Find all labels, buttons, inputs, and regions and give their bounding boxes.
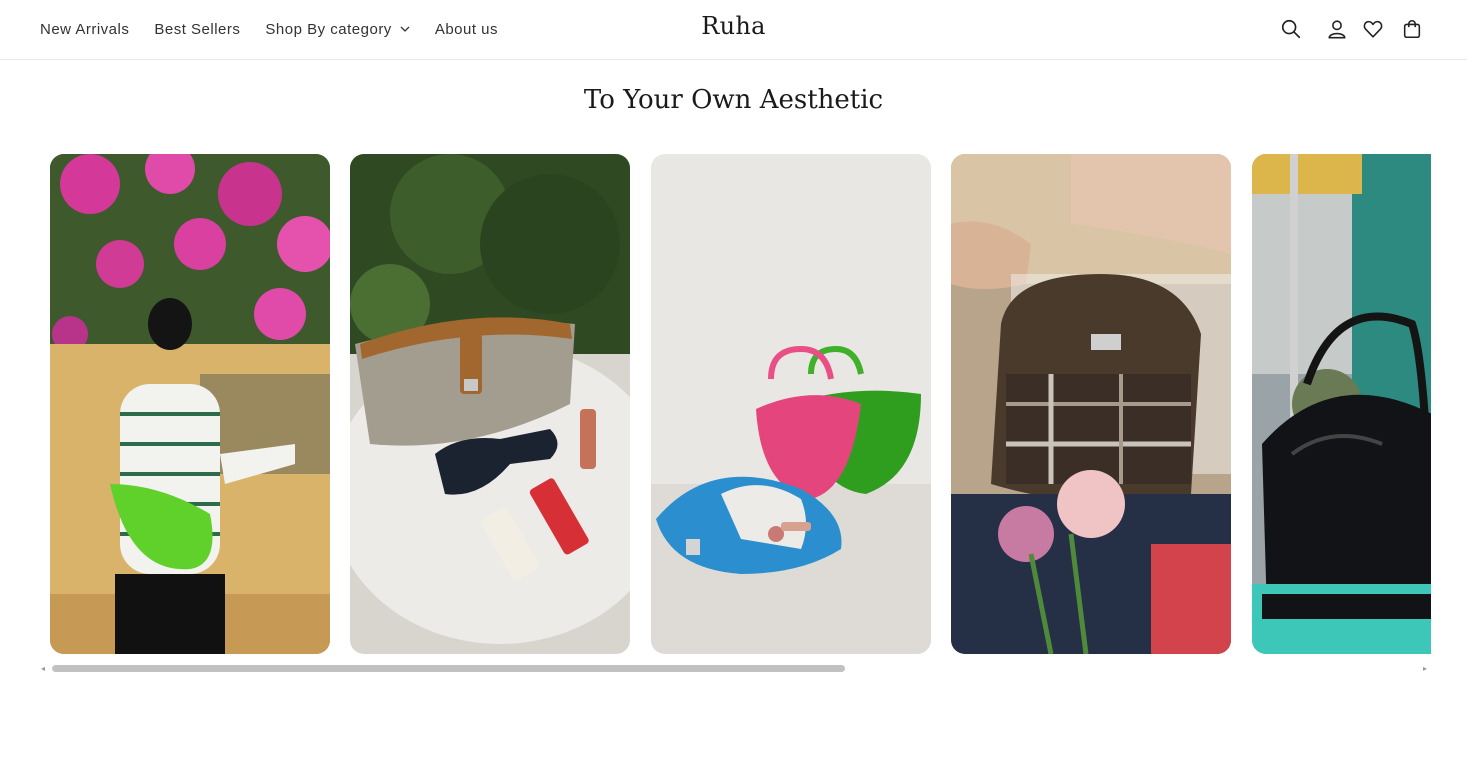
carousel-card-3[interactable] (651, 154, 931, 654)
nav-shop-by-category-label: Shop By category (265, 20, 392, 38)
main-nav: New Arrivals Best Sellers Shop By catego… (40, 0, 523, 58)
scroll-left-arrow[interactable]: ◂ (41, 664, 49, 674)
aesthetic-carousel[interactable] (50, 154, 1431, 654)
carousel-scrollbar-thumb[interactable] (52, 665, 845, 672)
brand-logo-link[interactable]: Ruha (701, 12, 766, 40)
card-1-image (50, 154, 330, 654)
site-header: New Arrivals Best Sellers Shop By catego… (0, 0, 1467, 60)
carousel-scrollbar[interactable] (52, 665, 1420, 672)
chevron-down-icon (400, 26, 410, 32)
card-3-image (651, 154, 931, 654)
carousel-card-5[interactable] (1252, 154, 1431, 654)
nav-shop-by-category[interactable]: Shop By category (265, 20, 410, 38)
scroll-right-arrow[interactable]: ▸ (1423, 664, 1431, 674)
header-icons (1276, 14, 1427, 44)
section-title: To Your Own Aesthetic (583, 85, 884, 115)
nav-about-us-label: About us (434, 20, 499, 38)
nav-new-arrivals-label: New Arrivals (40, 20, 130, 38)
cart-icon (1403, 20, 1421, 39)
search-button[interactable] (1276, 14, 1306, 44)
nav-best-sellers-label: Best Sellers (154, 20, 241, 38)
carousel-card-2[interactable] (350, 154, 630, 654)
card-2-image (350, 154, 630, 654)
wishlist-heart-icon (1363, 20, 1383, 38)
nav-new-arrivals[interactable]: New Arrivals (40, 21, 129, 38)
carousel-card-1[interactable] (50, 154, 330, 654)
account-icon (1328, 20, 1346, 39)
nav-best-sellers[interactable]: Best Sellers (154, 21, 240, 38)
search-icon (1281, 19, 1301, 39)
carousel-card-4[interactable] (951, 154, 1231, 654)
wishlist-button[interactable] (1358, 14, 1388, 44)
card-4-image (951, 154, 1231, 654)
nav-about-us[interactable]: About us (435, 21, 498, 38)
account-button[interactable] (1322, 14, 1352, 44)
card-5-image (1252, 154, 1431, 654)
cart-button[interactable] (1397, 14, 1427, 44)
